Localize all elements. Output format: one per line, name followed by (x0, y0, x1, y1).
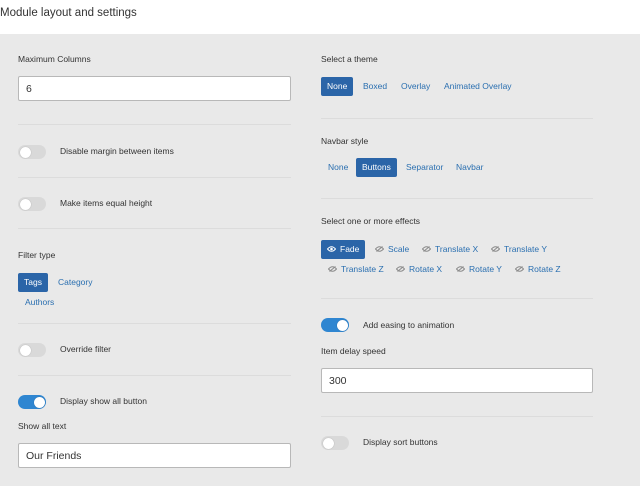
navbar-style-navbar[interactable]: Navbar (450, 158, 489, 177)
toggle-knob (322, 437, 334, 449)
effect-translate-y[interactable]: Translate Y (485, 240, 553, 259)
effect-label: Translate X (435, 244, 479, 254)
effect-label: Fade (340, 244, 360, 254)
show-all-text-input[interactable] (18, 443, 291, 468)
equal-height-label: Make items equal height (60, 198, 153, 208)
effect-label: Rotate X (409, 264, 443, 274)
eye-slash-icon (422, 246, 431, 252)
filter-type-category[interactable]: Category (52, 273, 99, 292)
page-title: Module layout and settings (0, 7, 137, 19)
effects-label: Select one or more effects (321, 216, 421, 226)
navbar-style-label: Navbar style (321, 136, 369, 146)
divider (18, 375, 291, 376)
theme-none[interactable]: None (321, 77, 354, 96)
show-all-text-label: Show all text (18, 421, 67, 431)
eye-slash-icon (515, 266, 524, 272)
override-filter-label: Override filter (60, 344, 112, 354)
theme-label: Select a theme (321, 54, 378, 64)
divider (321, 416, 593, 417)
effect-label: Scale (388, 244, 410, 254)
item-delay-label: Item delay speed (321, 346, 386, 356)
filter-type-label: Filter type (18, 250, 56, 260)
theme-animated-overlay[interactable]: Animated Overlay (438, 77, 518, 96)
override-filter-toggle[interactable] (18, 343, 46, 357)
eye-slash-icon (396, 266, 405, 272)
divider (321, 118, 593, 119)
theme-boxed[interactable]: Boxed (357, 77, 393, 96)
effect-rotate-y[interactable]: Rotate Y (450, 260, 508, 279)
toggle-knob (33, 396, 45, 408)
effect-label: Rotate Z (528, 264, 561, 274)
effect-translate-z[interactable]: Translate Z (322, 260, 390, 279)
divider (321, 198, 593, 199)
eye-slash-icon (375, 246, 384, 252)
effect-rotate-z[interactable]: Rotate Z (509, 260, 567, 279)
disable-margin-toggle[interactable] (18, 145, 46, 159)
effect-label: Rotate Y (469, 264, 502, 274)
disable-margin-label: Disable margin between items (60, 146, 174, 156)
toggle-knob (336, 319, 348, 331)
theme-overlay[interactable]: Overlay (395, 77, 436, 96)
eye-icon (327, 246, 336, 252)
show-all-button-label: Display show all button (60, 396, 147, 406)
max-columns-input[interactable] (18, 76, 291, 101)
easing-label: Add easing to animation (363, 320, 455, 330)
navbar-style-none[interactable]: None (322, 158, 354, 177)
eye-slash-icon (491, 246, 500, 252)
navbar-style-separator[interactable]: Separator (400, 158, 449, 177)
show-all-button-toggle[interactable] (18, 395, 46, 409)
divider (321, 298, 593, 299)
max-columns-label: Maximum Columns (18, 54, 91, 64)
sort-buttons-toggle[interactable] (321, 436, 349, 450)
toggle-knob (19, 344, 31, 356)
divider (18, 228, 291, 229)
sort-buttons-label: Display sort buttons (363, 437, 438, 447)
filter-type-authors[interactable]: Authors (19, 293, 60, 312)
equal-height-toggle[interactable] (18, 197, 46, 211)
effect-label: Translate Y (504, 244, 547, 254)
toggle-knob (19, 146, 31, 158)
navbar-style-buttons[interactable]: Buttons (356, 158, 397, 177)
eye-slash-icon (456, 266, 465, 272)
effect-rotate-x[interactable]: Rotate X (390, 260, 448, 279)
divider (18, 177, 291, 178)
filter-type-tags[interactable]: Tags (18, 273, 48, 292)
panel-header: Module layout and settings (0, 0, 640, 34)
divider (18, 124, 291, 125)
toggle-knob (19, 198, 31, 210)
item-delay-input[interactable] (321, 368, 593, 393)
divider (18, 323, 291, 324)
easing-toggle[interactable] (321, 318, 349, 332)
effect-label: Translate Z (341, 264, 384, 274)
eye-slash-icon (328, 266, 337, 272)
effect-translate-x[interactable]: Translate X (416, 240, 484, 259)
effect-fade[interactable]: Fade (321, 240, 366, 259)
effect-scale[interactable]: Scale (369, 240, 415, 259)
